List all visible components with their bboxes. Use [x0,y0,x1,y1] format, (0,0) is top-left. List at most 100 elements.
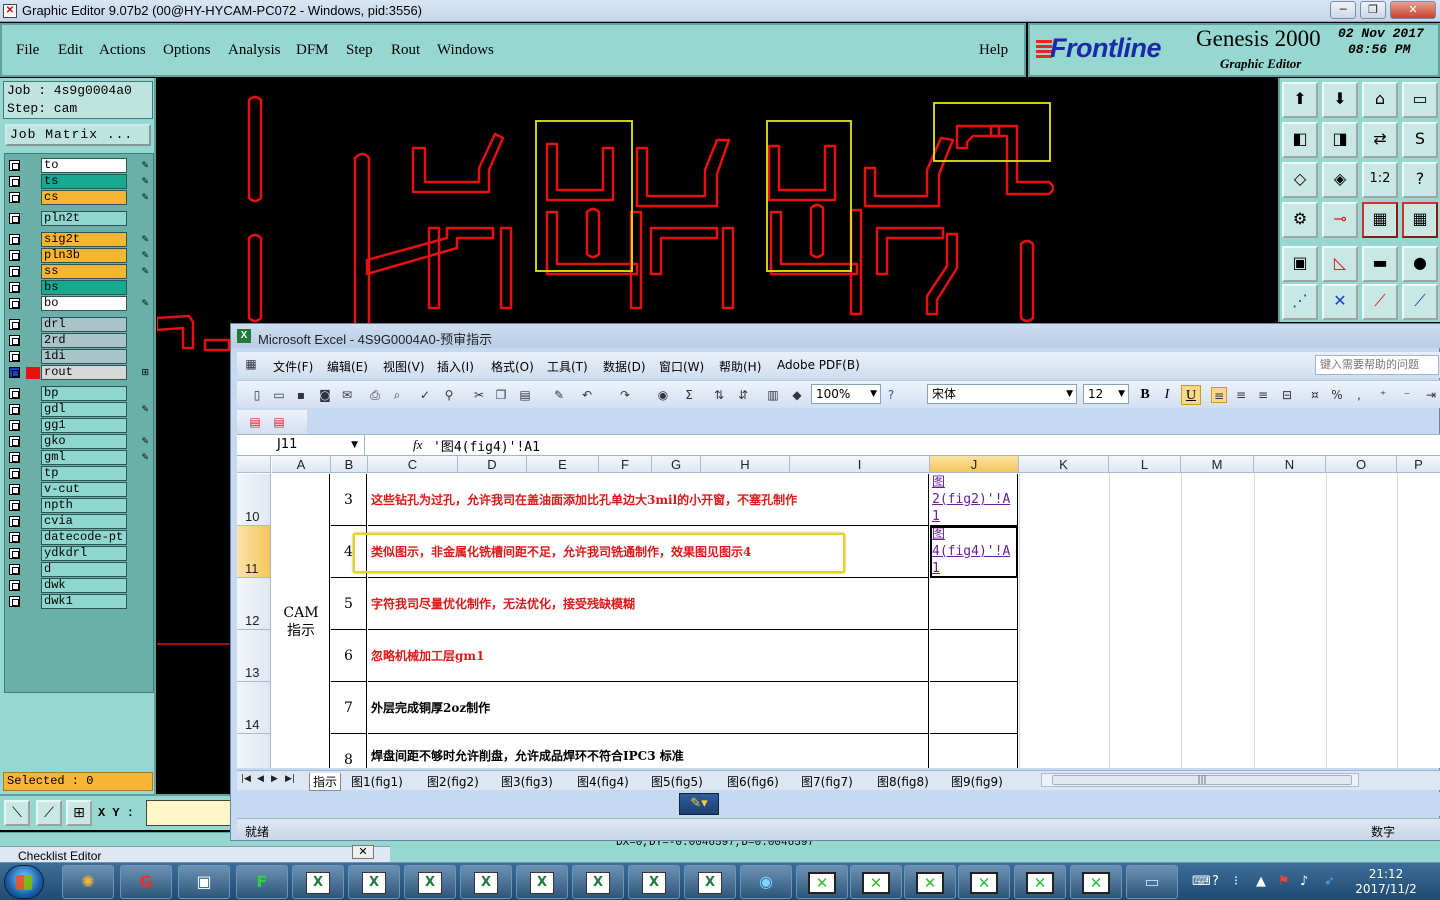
cut-icon[interactable]: ✂ [471,387,487,403]
row-header[interactable]: 12 [237,578,271,630]
volume-icon[interactable]: ♪ [1300,874,1308,889]
layer-edit-icon[interactable]: ✎ [141,453,149,463]
sort-desc-icon[interactable]: ⇵ [735,387,751,403]
percent-icon[interactable]: % [1329,387,1345,403]
layer-row-ydkdrl[interactable]: ydkdrl [5,546,153,561]
layer-checkbox[interactable] [9,436,20,447]
xl-menu-adobe-pdf[interactable]: Adobe PDF(B) [777,358,860,372]
instruction-cell[interactable]: 外层完成铜厚2oz制作 [368,682,929,734]
layer-row-ss[interactable]: ss ✎ [5,264,153,279]
layer-row-d[interactable]: d [5,562,153,577]
indent-icon[interactable]: ⇥ [1423,387,1439,403]
layer-checkbox[interactable] [9,250,20,261]
layer-checkbox[interactable] [9,192,20,203]
taskbar-f-icon[interactable]: F [236,865,288,899]
layer-edit-icon[interactable]: ✎ [141,267,149,277]
taskbar-shell-icon[interactable]: ✺ [62,865,114,899]
column-header-f[interactable]: F [599,456,652,473]
tab-last-icon[interactable]: ▶| [285,774,295,784]
hyperlink-text[interactable]: 1 [932,508,1017,525]
currency-icon[interactable]: ¤ [1307,387,1323,403]
layer-checkbox[interactable] [9,388,20,399]
pad-icon[interactable]: ▣ [1282,246,1318,282]
close-button[interactable]: ✕ [1390,1,1436,19]
hyperlink-text[interactable]: 图 [932,474,1017,491]
select-all-corner[interactable] [237,456,271,473]
layer-checkbox[interactable] [9,282,20,293]
layer-checkbox[interactable] [9,266,20,277]
format-painter-icon[interactable]: ✎ [551,387,567,403]
ruler-icon[interactable]: ▬ [1362,246,1398,282]
layer-edit-icon[interactable]: ✎ [141,235,149,245]
hyperlink-icon[interactable]: ◉ [655,387,671,403]
taskbar-excel-icon-5[interactable]: X [516,865,568,899]
layer-checkbox[interactable] [9,516,20,527]
comma-icon[interactable]: , [1351,387,1367,403]
layers-red-icon[interactable]: ▦ [1362,202,1398,238]
sheet-tab[interactable]: 图4(fig4) [577,773,629,790]
layer-name[interactable]: gml [41,450,127,465]
layer-edit-icon[interactable]: ✎ [141,405,149,415]
layer-name[interactable]: gdl [41,402,127,417]
zoom-select[interactable]: 100% ▼ [811,384,881,404]
menu-edit[interactable]: Edit [58,42,83,59]
email-icon[interactable]: ✉ [339,387,355,403]
layer-checkbox[interactable] [9,452,20,463]
worksheet-grid[interactable]: A B C D E F G H I J K L M N O P CAM 指示 10 3 这些钻孔为过孔，允许我司在盖油面… [237,456,1440,768]
decrease-decimal-icon[interactable]: ⁻ [1399,387,1415,403]
maximize-button[interactable]: ❐ [1360,1,1386,19]
zoom-center-icon[interactable]: ◈ [1322,162,1358,198]
show-hidden-icon[interactable]: ▲ [1256,874,1266,889]
sheet-tab[interactable]: 图3(fig3) [501,773,553,790]
layer-name[interactable]: bp [41,386,127,401]
column-header-k[interactable]: K [1019,456,1109,473]
tab-prev-icon[interactable]: ◀ [257,774,264,784]
name-box[interactable]: J11 ▼ [237,435,365,455]
row-header[interactable]: 13 [237,630,271,682]
hyperlink-cell[interactable]: 图 4(fig4)'!A 1 [930,526,1018,578]
hyperlink-text[interactable]: 2(fig2)'!A [932,491,1017,508]
layer-row-sig2t[interactable]: sig2t ✎ [5,232,153,247]
minimize-button[interactable]: ─ [1330,1,1356,19]
layer-checkbox[interactable] [9,500,20,511]
autosum-icon[interactable]: Σ [681,387,697,403]
menu-analysis[interactable]: Analysis [228,42,281,59]
zoom-down-icon[interactable]: ⬇ [1322,82,1358,118]
align-right-icon[interactable]: ≡ [1255,387,1271,403]
genesis-app-icon[interactable]: ✕ [3,4,17,18]
taskbar-floppy-icon[interactable]: ▣ [178,865,230,899]
drawing-icon[interactable]: ◆ [789,387,805,403]
sort-asc-icon[interactable]: ⇅ [711,387,727,403]
layer-row-v-cut[interactable]: v-cut [5,482,153,497]
zoom-fit-icon[interactable]: ◇ [1282,162,1318,198]
taskbar-excel-icon-2[interactable]: X [348,865,400,899]
print-preview-icon[interactable]: ⌕ [389,387,405,403]
pin-icon[interactable]: ⊸ [1322,202,1358,238]
xl-menu-edit[interactable]: 编辑(E) [327,358,368,375]
layer-name[interactable]: pln2t [41,211,127,226]
menu-help[interactable]: Help [979,42,1008,59]
column-header-l[interactable]: L [1109,456,1181,473]
instruction-cell[interactable]: 这些钻孔为过孔，允许我司在盖油面添加比孔单边大3mil的小开窗，不塞孔制作 [368,474,929,526]
bold-button[interactable]: B [1135,385,1155,405]
column-header-a[interactable]: A [272,456,331,473]
excel-doc-icon[interactable]: ▦ [243,356,259,372]
sheet-tab[interactable]: 指示 [309,773,342,791]
layer-row-bs[interactable]: bs [5,280,153,295]
item-number-cell[interactable]: 3 [331,474,367,526]
scrollbar-thumb[interactable]: ||| [1052,775,1352,785]
excel-app-icon[interactable]: X [237,329,251,343]
layer-name[interactable]: pln3b [41,248,127,263]
layer-row-cvia[interactable]: cvia [5,514,153,529]
hyperlink-cell[interactable]: 图 2(fig2)'!A 1 [930,474,1018,526]
clock[interactable]: 21:12 2017/11/2 [1350,867,1422,897]
redraw-icon[interactable]: S [1402,122,1438,158]
font-size-chevron-down-icon[interactable]: ▼ [1118,385,1125,403]
layer-checkbox[interactable] [9,298,20,309]
layer-edit-icon[interactable]: ✎ [141,437,149,447]
xl-menu-data[interactable]: 数据(D) [603,358,646,375]
layer-name[interactable]: bo [41,296,127,311]
menu-options[interactable]: Options [163,42,211,59]
column-header-o[interactable]: O [1326,456,1397,473]
layer-row-datecode-pt[interactable]: datecode-pt [5,530,153,545]
